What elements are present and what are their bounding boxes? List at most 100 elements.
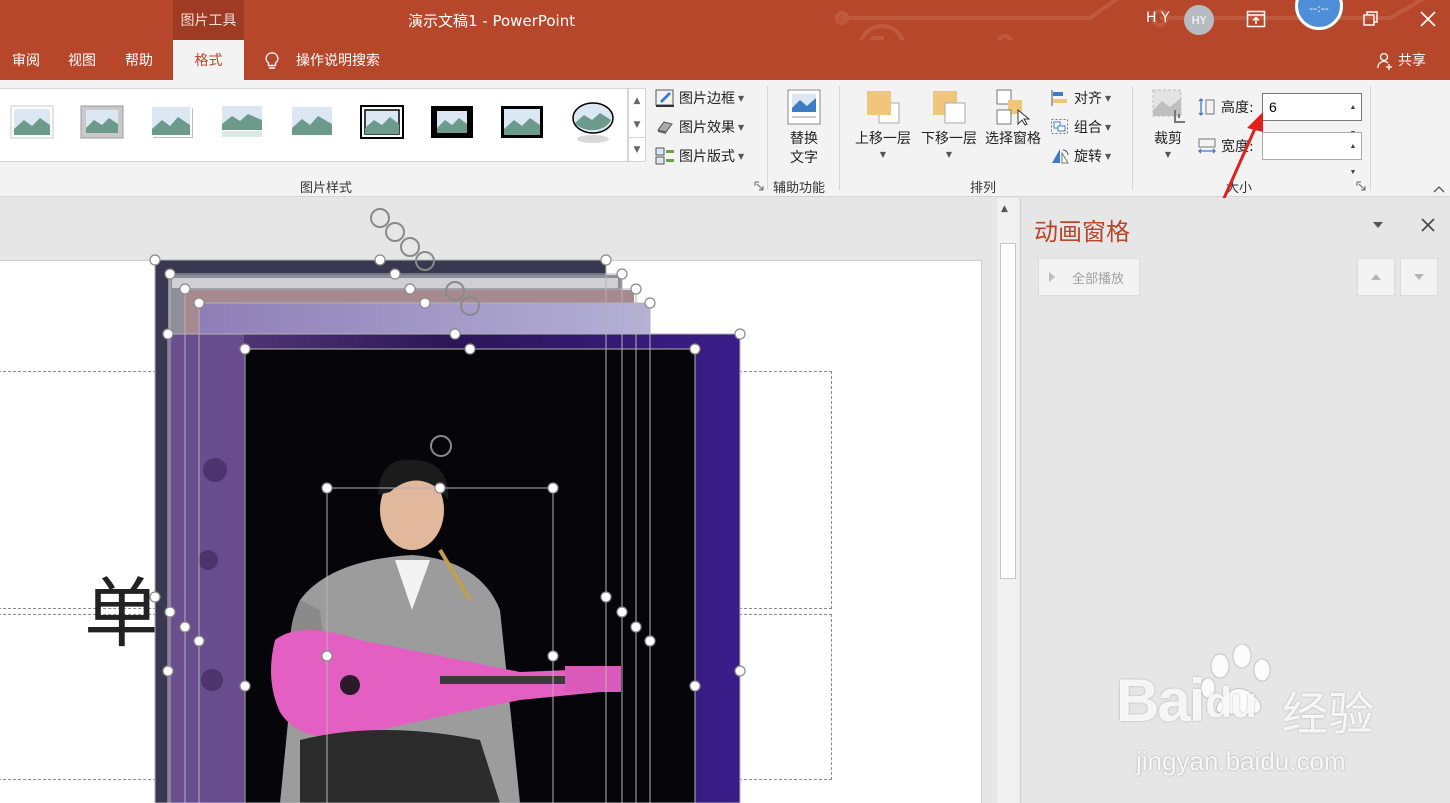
height-input[interactable]: 6 ▲▼ (1262, 93, 1362, 137)
picture-tools-context-label: 图片工具 (173, 0, 244, 40)
group-label-size: 大小 (1226, 181, 1253, 196)
lightbulb-icon[interactable] (264, 51, 280, 71)
size-dialog-launcher-icon[interactable] (1356, 181, 1366, 191)
chevron-down-icon: ▼ (1105, 151, 1112, 161)
align-button[interactable]: 对齐 ▼ (1050, 86, 1111, 110)
move-later-button[interactable] (1400, 258, 1438, 296)
slide-editing-area[interactable]: 单 (0, 198, 1000, 803)
group-separator (767, 86, 768, 190)
picture-style-drop-shadow[interactable] (150, 105, 194, 139)
share-person-icon[interactable] (1377, 52, 1393, 70)
group-objects-button[interactable]: 组合 ▼ (1050, 115, 1111, 139)
ribbon: ▲ ▼ ▼ 图片边框 ▼ 图片效果 ▼ 图片版式 ▼ 图片样式 替换 文字 辅助… (0, 80, 1450, 197)
picture-border-icon (655, 89, 674, 107)
picture-layout-icon (655, 147, 674, 165)
gallery-scroll-up-icon[interactable]: ▲ (629, 89, 645, 113)
selection-pane-button[interactable]: 选择窗格 (982, 88, 1044, 149)
picture-border-label: 图片边框 (679, 91, 735, 107)
tab-help[interactable]: 帮助 (125, 40, 153, 80)
rotate-button[interactable]: 旋转 ▼ (1050, 144, 1111, 168)
group-label-accessibility: 辅助功能 (773, 181, 826, 196)
chevron-down-icon: ▼ (879, 150, 887, 159)
ribbon-tab-row: 审阅 视图 帮助 格式 操作说明搜索 共享 (0, 40, 1450, 80)
group-label-arrange: 排列 (970, 181, 997, 196)
share-button[interactable]: 共享 (1398, 40, 1426, 80)
send-backward-button[interactable]: 下移一层 ▼ (917, 88, 981, 161)
avatar[interactable]: HY (1184, 5, 1214, 35)
picture-styles-gallery (0, 88, 628, 162)
scroll-up-icon[interactable]: ▲ (1001, 204, 1008, 214)
send-backward-icon (933, 91, 966, 124)
bring-forward-icon (867, 91, 900, 124)
height-spinner[interactable]: ▲▼ (1347, 95, 1359, 137)
animation-pane-title: 动画窗格 (1034, 218, 1130, 246)
shape-height-icon (1198, 98, 1215, 116)
group-separator (839, 86, 840, 190)
picture-style-simple-frame-black[interactable] (500, 105, 544, 139)
crop-label: 裁剪 (1154, 131, 1182, 147)
picture-style-oval[interactable] (570, 101, 616, 145)
align-icon (1051, 90, 1067, 106)
vertical-scrollbar[interactable]: ▲ (997, 198, 1019, 803)
pane-options-icon[interactable] (1371, 220, 1385, 230)
move-earlier-button[interactable] (1357, 258, 1395, 296)
group-separator (1370, 86, 1371, 190)
slide[interactable]: 单 (0, 260, 982, 803)
send-backward-label: 下移一层 (921, 131, 977, 147)
restore-window-icon[interactable] (1362, 10, 1380, 28)
picture-style-thick-matte-black[interactable] (430, 105, 474, 139)
close-pane-icon[interactable] (1420, 217, 1436, 233)
group-separator (1132, 86, 1133, 190)
picture-effects-icon (657, 121, 673, 134)
tell-me-search[interactable]: 操作说明搜索 (296, 40, 380, 80)
bring-forward-label: 上移一层 (855, 131, 911, 147)
picture-style-gray-matte[interactable] (80, 105, 124, 139)
tab-review[interactable]: 审阅 (12, 40, 40, 80)
play-icon (1049, 272, 1055, 282)
title-bar: 图片工具 演示文稿1 - PowerPoint H Y HY --:-- (0, 0, 1450, 40)
alt-text-label-line2: 文字 (790, 150, 818, 166)
width-row: 宽度: (1197, 132, 1254, 160)
scrollbar-thumb[interactable] (1000, 243, 1016, 579)
gallery-more-icon[interactable]: ▼ (629, 137, 645, 161)
document-title: 演示文稿1 - PowerPoint (408, 12, 576, 30)
gallery-scroll-down-icon[interactable]: ▼ (629, 113, 645, 137)
collapse-ribbon-icon[interactable] (1432, 184, 1446, 194)
picture-effects-label: 图片效果 (679, 120, 735, 136)
chevron-down-icon: ▼ (1105, 93, 1112, 103)
width-label: 宽度: (1221, 139, 1254, 155)
picture-style-reflected[interactable] (220, 105, 264, 139)
tab-view[interactable]: 视图 (68, 40, 96, 80)
close-window-icon[interactable] (1418, 9, 1438, 29)
animation-pane: 动画窗格 全部播放 (1020, 198, 1450, 803)
width-spinner[interactable]: ▲ ▼ (1347, 134, 1359, 176)
play-all-button[interactable]: 全部播放 (1038, 258, 1140, 296)
tab-format[interactable]: 格式 (173, 40, 244, 80)
selection-pane-icon (996, 89, 1031, 126)
picture-effects-button[interactable]: 图片效果 ▼ (655, 115, 744, 139)
picture-style-double-frame-black[interactable] (360, 105, 404, 139)
ribbon-display-options-icon[interactable] (1246, 10, 1266, 28)
picture-style-soft-edge[interactable] (290, 105, 334, 139)
alt-text-button[interactable]: 替换 文字 (782, 88, 826, 168)
user-name[interactable]: H Y (1146, 10, 1170, 26)
picture-layout-button[interactable]: 图片版式 ▼ (655, 144, 744, 168)
spin-up-icon[interactable]: ▲ (1350, 95, 1357, 121)
shape-width-icon (1198, 138, 1216, 154)
align-label: 对齐 (1074, 91, 1102, 107)
chevron-down-icon (1414, 274, 1424, 280)
clock-badge: --:-- (1295, 0, 1343, 30)
dialog-launcher-icon[interactable] (754, 181, 764, 191)
height-value: 6 (1269, 99, 1277, 115)
picture-style-simple-frame[interactable] (10, 105, 54, 139)
chevron-down-icon: ▼ (945, 150, 953, 159)
spin-up-icon[interactable]: ▲ (1350, 134, 1357, 160)
picture-border-button[interactable]: 图片边框 ▼ (655, 86, 744, 110)
width-input[interactable]: ▲ ▼ (1262, 132, 1362, 176)
crop-button[interactable]: 裁剪 ▼ (1148, 88, 1188, 161)
rotate-label: 旋转 (1074, 149, 1102, 165)
chevron-down-icon: ▼ (1164, 150, 1172, 159)
chevron-down-icon: ▼ (738, 151, 745, 161)
bring-forward-button[interactable]: 上移一层 ▼ (851, 88, 915, 161)
slide-title-text: 单 (84, 569, 160, 658)
